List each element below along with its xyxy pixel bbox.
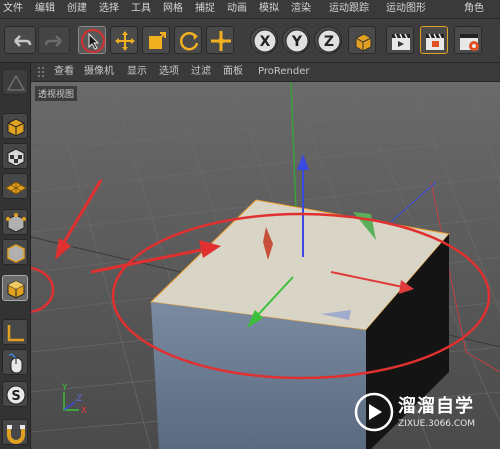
polygons-mode-button[interactable]: [2, 275, 28, 301]
select-tool-button[interactable]: [78, 26, 106, 54]
viewport-menu-panel[interactable]: 面板: [223, 65, 243, 79]
z-axis-lock-button[interactable]: Z: [314, 26, 342, 54]
mouse-icon: [8, 353, 23, 374]
menu-bar: 文件 编辑 创建 选择 工具 网格 捕捉 动画 模拟 渲染 运动跟踪 运动图形 …: [0, 0, 500, 19]
z-axis-icon: Z: [317, 29, 341, 53]
svg-text:Y: Y: [291, 34, 303, 50]
svg-text:Z: Z: [324, 34, 334, 50]
redo-icon: [44, 35, 62, 47]
render-to-picture-viewer-button[interactable]: [420, 26, 448, 54]
texture-mode-button[interactable]: [2, 143, 28, 169]
clapperboard-render-icon: [426, 33, 444, 50]
move-tool-button[interactable]: [110, 26, 138, 54]
viewport-menu-display[interactable]: 显示: [127, 65, 147, 79]
coordinate-system-icon: [355, 33, 372, 52]
scale-tool-button[interactable]: [142, 26, 170, 54]
clapperboard-icon: [392, 33, 410, 50]
transform-tool-button[interactable]: [206, 26, 234, 54]
svg-text:X: X: [260, 34, 271, 50]
model-cube-icon: [7, 118, 25, 137]
menu-mesh[interactable]: 网格: [163, 2, 183, 16]
menu-render[interactable]: 渲染: [291, 2, 311, 16]
workplane-grid-icon: [5, 181, 27, 195]
enable-axis-icon: [7, 325, 24, 342]
watermark: 溜溜自学 ZIXUE.3066.COM: [352, 386, 492, 441]
solo-button[interactable]: S: [2, 381, 28, 407]
main-toolbar: X Y Z: [0, 19, 500, 63]
menu-edit[interactable]: 编辑: [35, 2, 55, 16]
edges-cube-icon: [7, 244, 25, 263]
rotate-tool-button[interactable]: [174, 26, 202, 54]
x-axis-lock-button[interactable]: X: [250, 26, 278, 54]
points-mode-button[interactable]: [2, 209, 28, 235]
svg-text:S: S: [11, 389, 20, 404]
transform-icon: [211, 31, 231, 51]
rotate-icon: [179, 32, 199, 51]
menu-animate[interactable]: 动画: [227, 2, 247, 16]
perspective-viewport[interactable]: Y Z X 透视视图 溜溜自学 ZIXUE.3066.COM: [31, 82, 500, 449]
render-settings-button[interactable]: [454, 26, 482, 54]
left-tool-palette: S: [0, 63, 31, 449]
undo-button[interactable]: [4, 26, 36, 54]
y-axis-icon: Y: [285, 29, 309, 53]
edges-mode-button[interactable]: [2, 239, 28, 265]
tweak-mode-button[interactable]: [2, 349, 28, 375]
render-settings-icon: [460, 34, 479, 51]
view-axis-z-label: Z: [76, 394, 82, 404]
watermark-logo-icon: [354, 392, 394, 432]
menu-create[interactable]: 创建: [67, 2, 87, 16]
make-editable-button[interactable]: [2, 69, 28, 95]
grip-icon: [38, 67, 44, 77]
undo-icon: [14, 35, 32, 47]
enable-axis-button[interactable]: [2, 319, 28, 345]
model-mode-button[interactable]: [2, 113, 28, 139]
viewport-menu-cameras[interactable]: 摄像机: [84, 65, 114, 79]
menu-file[interactable]: 文件: [3, 2, 23, 16]
menu-simulate[interactable]: 模拟: [259, 2, 279, 16]
cursor-icon: [81, 29, 105, 53]
make-editable-icon: [6, 74, 26, 91]
viewport-menu-filter[interactable]: 过滤: [191, 65, 211, 79]
render-view-button[interactable]: [386, 26, 414, 54]
viewport-menu-bar: 查看 摄像机 显示 选项 过滤 面板 ProRender: [31, 63, 500, 82]
watermark-url: ZIXUE.3066.COM: [398, 419, 476, 429]
workplane-button[interactable]: [2, 173, 28, 199]
view-axis-y-label: Y: [61, 383, 68, 393]
menu-select[interactable]: 选择: [99, 2, 119, 16]
x-axis-icon: X: [253, 29, 277, 53]
menu-character[interactable]: 角色: [464, 2, 484, 16]
watermark-title: 溜溜自学: [398, 396, 474, 417]
solo-s-icon: S: [6, 385, 26, 405]
menu-mograph[interactable]: 运动图形: [386, 2, 426, 16]
scale-icon: [149, 32, 166, 49]
viewport-menu-options[interactable]: 选项: [159, 65, 179, 79]
move-icon: [115, 31, 135, 51]
points-cube-icon: [6, 213, 26, 233]
viewport-title: 透视视图: [35, 86, 78, 101]
view-axis-x-label: X: [81, 406, 87, 416]
viewport-menu-view[interactable]: 查看: [54, 65, 74, 79]
menu-tools[interactable]: 工具: [131, 2, 151, 16]
menu-motion-tracking[interactable]: 运动跟踪: [329, 2, 369, 16]
viewport-menu-prorender[interactable]: ProRender: [258, 65, 309, 79]
texture-checker-icon: [7, 148, 25, 167]
coordinate-system-button[interactable]: [348, 26, 376, 54]
redo-button[interactable]: [38, 26, 70, 54]
magnet-icon: [7, 425, 25, 444]
polygons-cube-icon: [7, 280, 25, 299]
menu-snap[interactable]: 捕捉: [195, 2, 215, 16]
y-axis-lock-button[interactable]: Y: [282, 26, 310, 54]
snapping-button[interactable]: [2, 419, 28, 445]
